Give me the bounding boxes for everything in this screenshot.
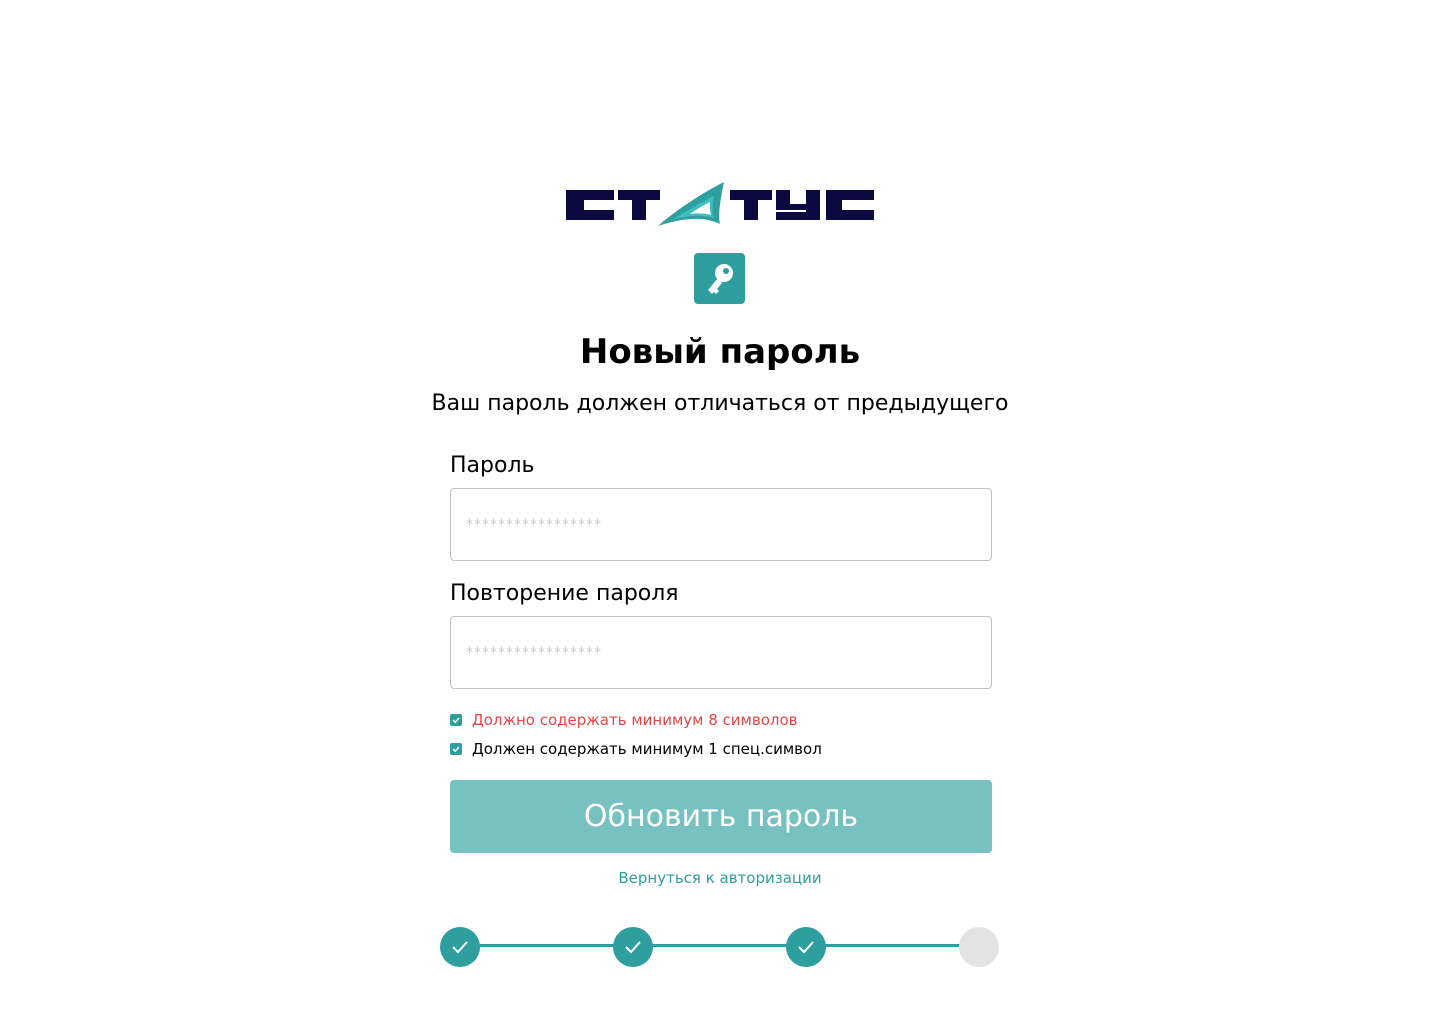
status-logo (564, 180, 876, 230)
progress-stepper (440, 927, 1000, 968)
page-subtitle: Ваш пароль должен отличаться от предыдущ… (431, 391, 1009, 416)
check-icon (625, 941, 641, 954)
password-label: Пароль (450, 453, 535, 478)
step-1-complete (440, 927, 480, 967)
back-to-login-link[interactable]: Вернуться к авторизации (0, 869, 1440, 887)
checkbox-checked-icon[interactable] (450, 714, 462, 726)
password-repeat-input[interactable] (450, 616, 992, 689)
checkbox-checked-icon[interactable] (450, 743, 462, 755)
password-input[interactable] (450, 488, 992, 561)
rule-special-char-text: Должен содержать минимум 1 спец.символ (472, 740, 822, 758)
check-icon (452, 941, 468, 954)
password-repeat-label: Повторение пароля (450, 581, 679, 606)
step-3-complete (786, 927, 826, 967)
step-4-pending (959, 927, 999, 967)
rule-special-char: Должен содержать минимум 1 спец.символ (450, 738, 822, 760)
step-connector (806, 944, 966, 947)
rule-min-length: Должно содержать минимум 8 символов (450, 709, 798, 731)
new-password-page: Новый пароль Ваш пароль должен отличатьс… (0, 0, 1440, 1024)
check-icon (798, 941, 814, 954)
update-password-button[interactable]: Обновить пароль (450, 780, 992, 853)
page-title: Новый пароль (579, 332, 861, 372)
step-2-complete (613, 927, 653, 967)
rule-min-length-text: Должно содержать минимум 8 символов (472, 711, 798, 729)
key-icon (694, 253, 745, 304)
